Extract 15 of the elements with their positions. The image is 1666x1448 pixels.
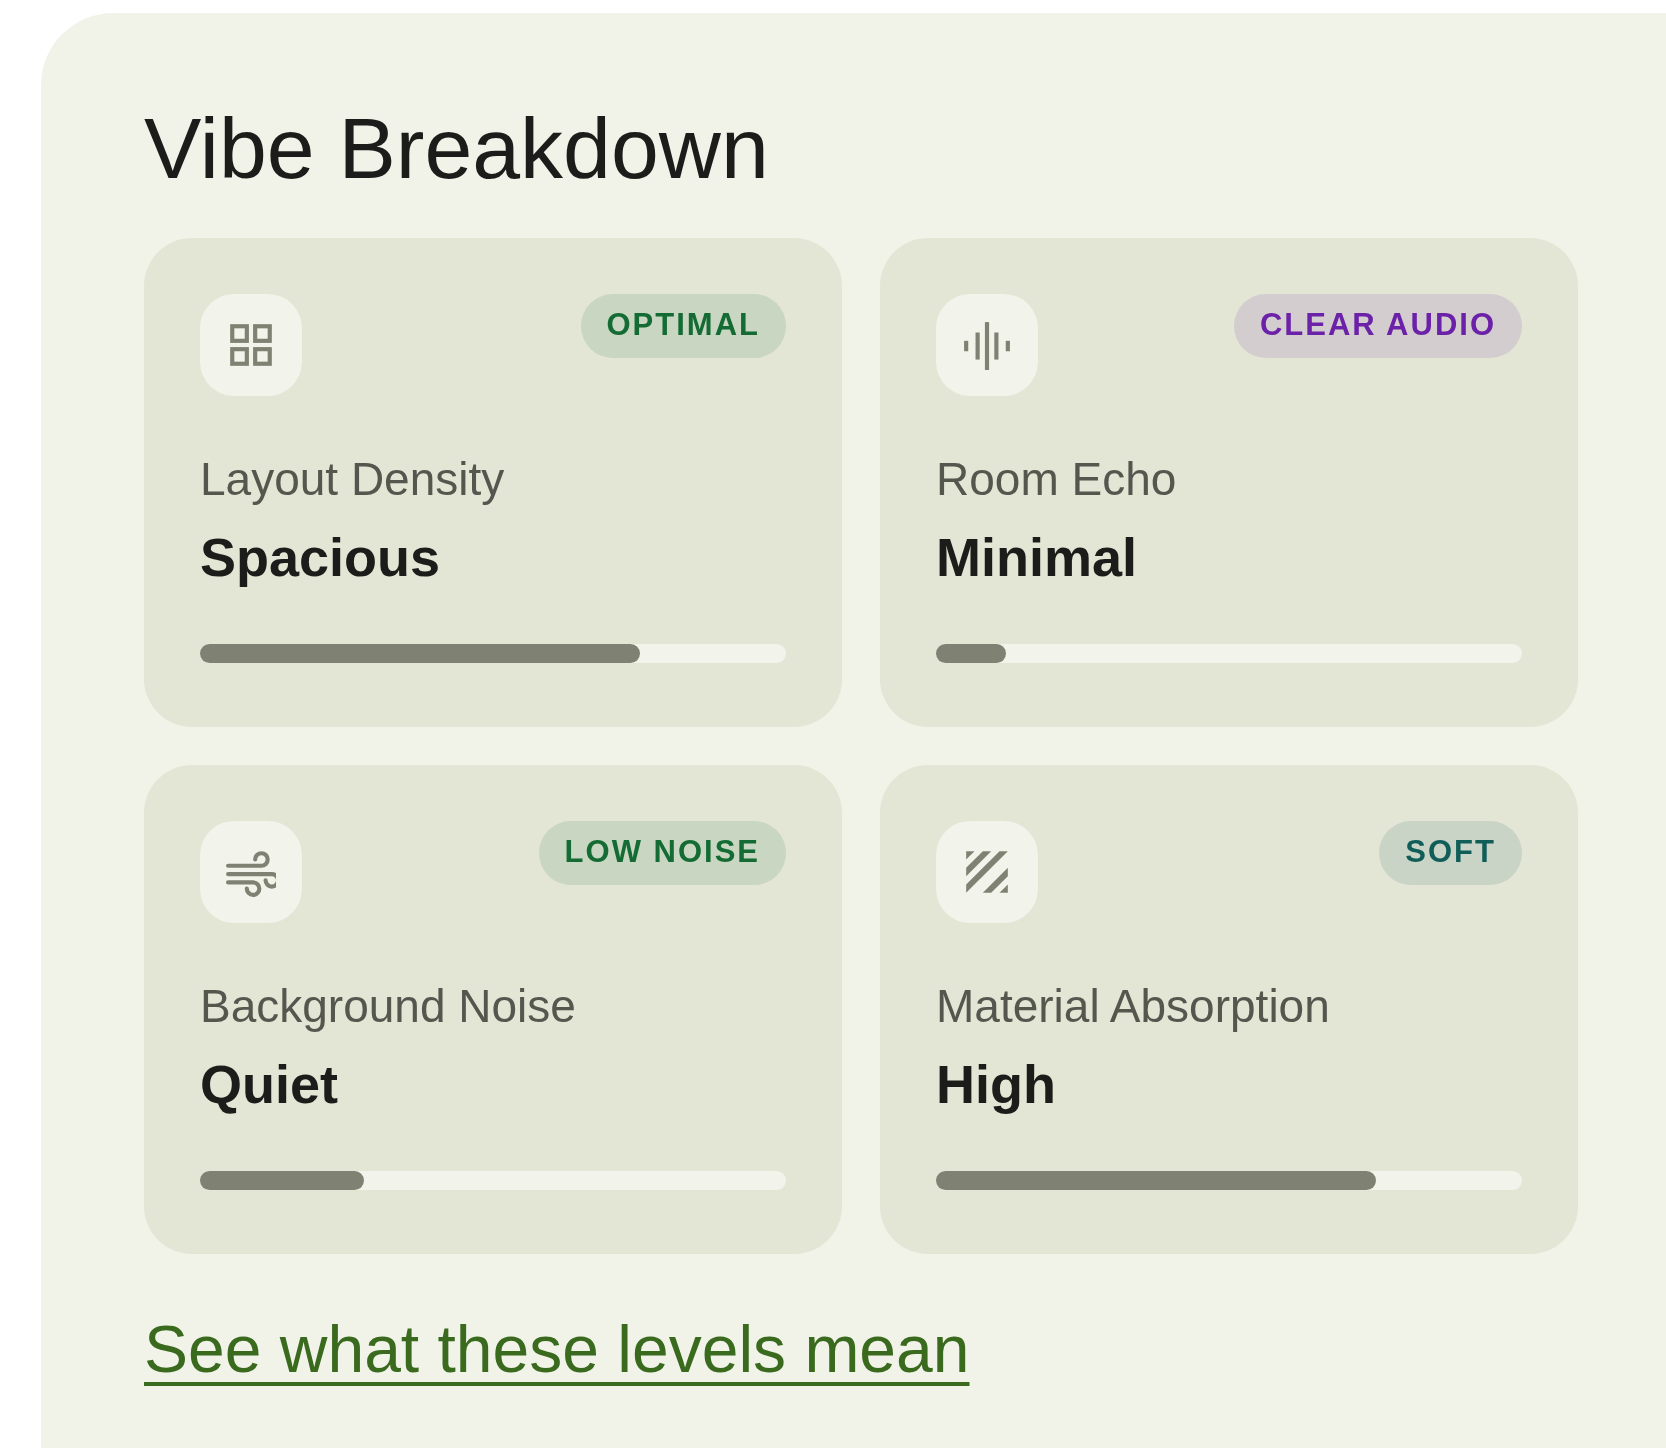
metric-label: Background Noise	[200, 978, 576, 1034]
metric-value: High	[936, 1052, 1056, 1116]
status-badge: OPTIMAL	[580, 293, 786, 358]
metric-label: Layout Density	[200, 451, 505, 507]
metric-label: Material Absorption	[936, 978, 1330, 1034]
section-title: Vibe Breakdown	[144, 101, 769, 196]
status-badge: SOFT	[1379, 820, 1522, 885]
status-badge: LOW NOISE	[538, 820, 786, 885]
status-badge: CLEAR AUDIO	[1233, 293, 1522, 358]
metric-value: Minimal	[936, 525, 1138, 589]
waveform-icon	[962, 319, 1012, 370]
metric-label: Room Echo	[936, 451, 1177, 507]
metric-value: Spacious	[200, 525, 441, 589]
metric-value: Quiet	[200, 1052, 338, 1116]
levels-link[interactable]: See what these levels mean	[144, 1311, 970, 1388]
